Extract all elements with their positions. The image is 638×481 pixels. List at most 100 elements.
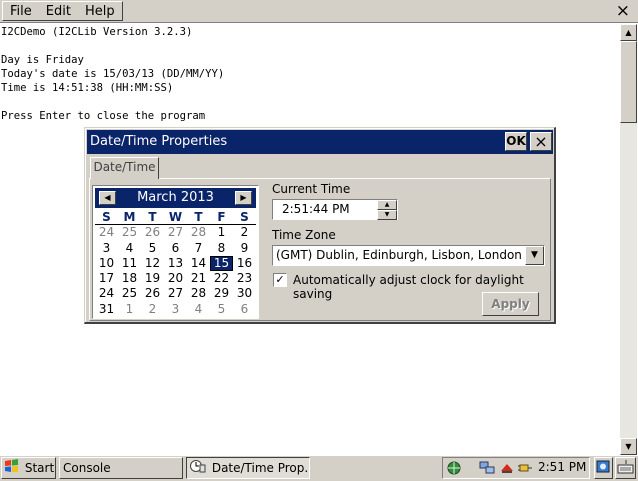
keyboard-icon[interactable]	[615, 457, 636, 479]
network-globe-icon[interactable]	[447, 461, 461, 478]
calendar-day[interactable]: 13	[164, 256, 187, 271]
calendar-day[interactable]: 10	[95, 256, 118, 271]
spin-up-icon[interactable]: ▲	[377, 200, 397, 210]
scroll-down-icon[interactable]: ▼	[620, 438, 637, 455]
time-zone-select[interactable]: (GMT) Dublin, Edinburgh, Lisbon, London	[272, 245, 545, 266]
console-line: Press Enter to close the program	[1, 110, 206, 122]
calendar-day[interactable]: 17	[95, 271, 118, 286]
calendar-day[interactable]: 6	[233, 302, 256, 317]
dropdown-arrow-icon[interactable]: ▼	[525, 246, 544, 265]
calendar-day[interactable]: 4	[187, 302, 210, 317]
calendar-day[interactable]: 20	[164, 271, 187, 286]
system-tray: 2:51 PM	[442, 457, 590, 479]
calendar-day[interactable]: 1	[118, 302, 141, 317]
calendar-day[interactable]: 12	[141, 256, 164, 271]
calendar-day[interactable]: 21	[187, 271, 210, 286]
menu-bar: File Edit Help ×	[0, 0, 638, 23]
start-button[interactable]: Start	[1, 457, 56, 479]
window-close-icon[interactable]: ×	[616, 1, 630, 21]
calendar-weekday: S	[95, 210, 118, 226]
console-line: I2CDemo (I2CLib Version 3.2.3)	[1, 26, 193, 38]
calendar-day[interactable]: 2	[233, 225, 256, 240]
calendar-weekday: T	[141, 210, 164, 226]
menu-help[interactable]: Help	[78, 2, 122, 20]
calendar-day[interactable]: 29	[210, 286, 233, 301]
start-label: Start	[24, 461, 55, 475]
calendar-weekday: S	[233, 210, 256, 226]
calendar-day[interactable]: 8	[210, 241, 233, 256]
calendar-grid: S M T W T F S 24 25 26 27 28 1 2 3 4 5 6 7 8 9 10 11 12 13 14 15 16…	[95, 210, 256, 317]
dst-checkbox[interactable]: ✓	[273, 273, 287, 287]
calendar-day[interactable]: 28	[187, 286, 210, 301]
calendar-day[interactable]: 5	[210, 302, 233, 317]
scroll-up-icon[interactable]: ▲	[620, 24, 637, 41]
calendar-day[interactable]: 7	[187, 241, 210, 256]
spin-down-icon[interactable]: ▼	[377, 210, 397, 220]
red-status-icon[interactable]	[499, 461, 515, 478]
calendar-day[interactable]: 9	[233, 241, 256, 256]
calendar-day[interactable]: 4	[118, 241, 141, 256]
console-line: Time is 14:51:38 (HH:MM:SS)	[1, 82, 174, 94]
calendar-weekday: W	[164, 210, 187, 226]
calendar-day[interactable]: 25	[118, 286, 141, 301]
calendar-weekday: F	[210, 210, 233, 226]
taskbar: Start Console Date/Time Prop... 2:51 PM	[0, 455, 638, 481]
calendar-day[interactable]: 3	[95, 241, 118, 256]
dialog-close-icon[interactable]: ×	[530, 132, 552, 151]
scroll-thumb[interactable]	[620, 41, 637, 123]
month-calendar[interactable]: ◀ March 2013 ▶ S M T W T F S 24 25 26 27 28 1 2 3 4 5 6 7 8…	[92, 185, 259, 319]
calendar-day[interactable]: 2	[141, 302, 164, 317]
dialog-titlebar: Date/Time Properties OK ×	[87, 130, 553, 154]
calendar-day[interactable]: 16	[233, 256, 256, 271]
calendar-day[interactable]: 18	[118, 271, 141, 286]
tray-clock[interactable]: 2:51 PM	[538, 460, 586, 474]
calendar-day[interactable]: 5	[141, 241, 164, 256]
tab-datetime[interactable]: Date/Time	[90, 157, 159, 179]
calendar-day[interactable]: 31	[95, 302, 118, 317]
calendar-day[interactable]: 24	[95, 286, 118, 301]
time-spinner[interactable]: ▲ ▼	[377, 200, 397, 220]
network-computers-icon[interactable]	[479, 461, 495, 478]
power-plug-icon[interactable]	[517, 461, 533, 478]
next-month-icon[interactable]: ▶	[235, 191, 252, 205]
datetime-dialog: Date/Time Properties OK × Date/Time ◀ Ma…	[84, 127, 556, 324]
calendar-day[interactable]: 26	[141, 286, 164, 301]
calendar-day[interactable]: 22	[210, 271, 233, 286]
clock-icon	[190, 459, 206, 479]
calendar-day[interactable]: 27	[164, 286, 187, 301]
calendar-day[interactable]: 3	[164, 302, 187, 317]
calendar-day[interactable]: 24	[95, 225, 118, 240]
apply-button[interactable]: Apply	[482, 292, 539, 316]
vertical-scrollbar[interactable]: ▲ ▼	[620, 24, 637, 455]
calendar-day[interactable]: 27	[164, 225, 187, 240]
calendar-weekday: M	[118, 210, 141, 226]
menu-edit[interactable]: Edit	[39, 2, 78, 20]
task-datetime-label: Date/Time Prop...	[211, 461, 310, 475]
calendar-day[interactable]: 14	[187, 256, 210, 271]
current-time-label: Current Time	[272, 182, 351, 196]
console-line: Day is Friday	[1, 54, 84, 66]
windows-logo-icon	[4, 458, 19, 479]
menu-group: File Edit Help	[2, 1, 123, 21]
task-console[interactable]: Console	[59, 457, 183, 479]
ok-button[interactable]: OK	[505, 132, 527, 151]
task-console-label: Console	[63, 461, 111, 475]
calendar-day-selected[interactable]: 15	[210, 255, 233, 272]
calendar-day[interactable]: 6	[164, 241, 187, 256]
calendar-month-label[interactable]: March 2013	[95, 190, 256, 205]
calendar-day[interactable]: 30	[233, 286, 256, 301]
desktop-icon[interactable]	[594, 457, 613, 479]
calendar-day[interactable]: 23	[233, 271, 256, 286]
calendar-header: ◀ March 2013 ▶	[95, 188, 256, 208]
calendar-weekday: T	[187, 210, 210, 226]
task-datetime[interactable]: Date/Time Prop...	[186, 457, 310, 479]
calendar-day[interactable]: 26	[141, 225, 164, 240]
time-zone-label: Time Zone	[272, 228, 336, 242]
calendar-day[interactable]: 25	[118, 225, 141, 240]
calendar-day[interactable]: 1	[210, 225, 233, 240]
calendar-day[interactable]: 28	[187, 225, 210, 240]
console-line: Today's date is 15/03/13 (DD/MM/YY)	[1, 68, 225, 80]
calendar-day[interactable]: 19	[141, 271, 164, 286]
menu-file[interactable]: File	[3, 2, 39, 20]
calendar-day[interactable]: 11	[118, 256, 141, 271]
